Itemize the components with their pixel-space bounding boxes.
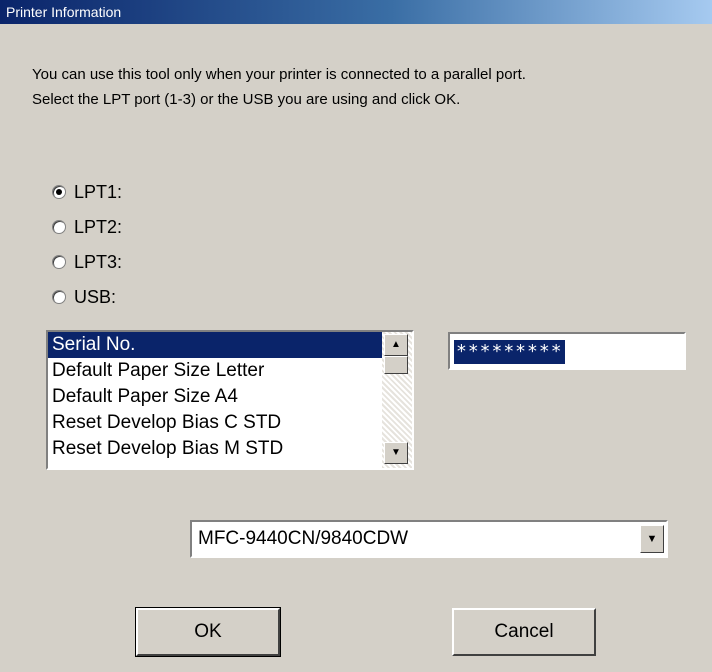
radio-button-icon	[52, 220, 66, 234]
scroll-up-arrow-icon[interactable]: ▲	[384, 334, 408, 356]
radio-button-icon	[52, 290, 66, 304]
radio-lpt2-label: LPT2:	[74, 217, 123, 237]
serial-number-field[interactable]: *********	[448, 332, 686, 370]
model-dropdown[interactable]: MFC-9440CN/9840CDW ▼	[190, 520, 668, 558]
scroll-down-arrow-icon[interactable]: ▼	[384, 442, 408, 464]
listbox-scrollbar[interactable]: ▲ ▼	[382, 332, 412, 468]
instructions-text: You can use this tool only when your pri…	[32, 62, 702, 112]
radio-usb[interactable]: USB:	[52, 285, 192, 309]
radio-usb-label: USB:	[74, 287, 117, 307]
ok-button[interactable]: OK	[135, 607, 281, 657]
printer-information-dialog: Printer Information You can use this too…	[0, 0, 712, 672]
function-list: Serial No. Default Paper Size Letter Def…	[48, 332, 384, 468]
radio-lpt2[interactable]: LPT2:	[52, 215, 192, 239]
serial-number-value: *********	[454, 340, 565, 364]
title-bar: Printer Information	[0, 0, 712, 24]
model-dropdown-value: MFC-9440CN/9840CDW	[198, 528, 409, 549]
cancel-button[interactable]: Cancel	[452, 608, 596, 656]
chevron-down-icon[interactable]: ▼	[640, 525, 664, 553]
function-listbox[interactable]: Serial No. Default Paper Size Letter Def…	[46, 330, 414, 470]
radio-lpt1-label: LPT1:	[74, 182, 123, 202]
instructions-line-2: Select the LPT port (1-3) or the USB you…	[32, 91, 461, 108]
radio-lpt1[interactable]: LPT1:	[52, 180, 192, 204]
list-item-reset-bias-c[interactable]: Reset Develop Bias C STD	[48, 410, 384, 436]
list-item-default-paper-a4[interactable]: Default Paper Size A4	[48, 384, 384, 410]
scrollbar-thumb[interactable]	[384, 356, 408, 374]
radio-button-icon	[52, 185, 66, 199]
radio-lpt3[interactable]: LPT3:	[52, 250, 192, 274]
instructions-line-1: You can use this tool only when your pri…	[32, 66, 526, 83]
list-item-default-paper-letter[interactable]: Default Paper Size Letter	[48, 358, 384, 384]
window-title: Printer Information	[6, 4, 122, 20]
list-item-reset-bias-m[interactable]: Reset Develop Bias M STD	[48, 436, 384, 462]
radio-button-icon	[52, 255, 66, 269]
list-item-serial-no[interactable]: Serial No.	[48, 332, 384, 358]
radio-lpt3-label: LPT3:	[74, 252, 123, 272]
